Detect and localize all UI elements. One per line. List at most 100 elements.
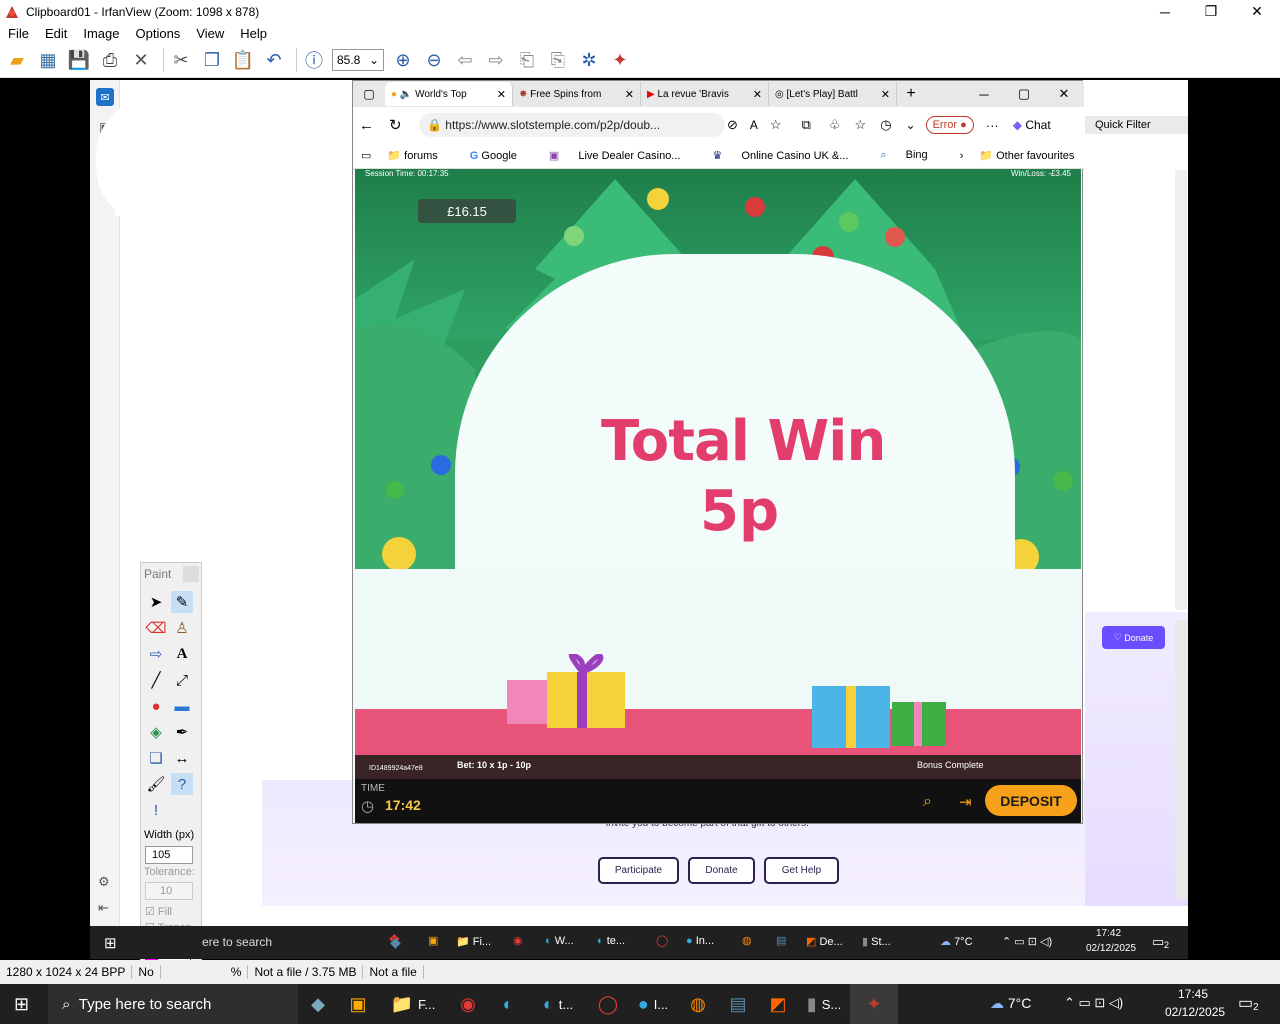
history-icon[interactable]: ◷ [880, 117, 891, 133]
tray-icons[interactable]: ⌃ ▭ ⊡ ◁) [1064, 995, 1123, 1011]
copilot-icon[interactable]: ◆ [298, 984, 338, 1024]
more-favourites-icon[interactable]: › [960, 150, 964, 162]
text-icon[interactable]: A [171, 643, 193, 665]
arrow-tool-icon[interactable]: ⇨ [145, 643, 167, 665]
next-icon[interactable]: ⇨ [483, 47, 509, 73]
stamp-icon[interactable]: ♙ [171, 617, 193, 639]
url-input[interactable]: 🔒 https://www.slotstemple.com/p2p/doub..… [419, 113, 725, 137]
notification-icon[interactable]: ▭ [1238, 993, 1253, 1013]
edge-minimize-button[interactable]: ─ [964, 87, 1004, 102]
taskbar-file-explorer[interactable]: 📁 F... [378, 984, 448, 1024]
back-icon[interactable]: ← [359, 117, 381, 134]
taskbar-steam-window[interactable]: ▮ S... [798, 984, 850, 1024]
start-icon[interactable]: ⊞ [14, 994, 29, 1015]
close-tab-icon[interactable]: ✕ [497, 88, 506, 101]
get-help-button[interactable]: Get Help [764, 857, 839, 884]
downloads-icon[interactable]: ⌄ [906, 118, 916, 132]
tab-worlds-top[interactable]: ● 🔈 World's Top ✕ [385, 82, 513, 106]
brush-icon[interactable]: 🖌 [145, 773, 167, 795]
select-arrow-icon[interactable]: ➤ [145, 591, 167, 613]
fav-live-dealer[interactable]: ▣ Live Dealer Casino... [549, 149, 697, 162]
fav-forums[interactable]: 📁 forums [387, 149, 453, 162]
fill-checkbox[interactable]: ☑ Fill [145, 905, 172, 918]
fav-bing[interactable]: ⌕ Bing [880, 149, 943, 162]
gear-icon[interactable]: ⚙ [98, 874, 110, 890]
tracking-icon[interactable]: ⊘ [727, 117, 738, 133]
alert-icon[interactable]: ! [145, 799, 167, 821]
exit-icon[interactable]: ⇥ [959, 793, 972, 811]
reading-view-icon[interactable]: ▭ [361, 149, 371, 162]
menu-file[interactable]: File [0, 26, 37, 41]
open-icon[interactable]: ▰ [4, 47, 30, 73]
copy-icon[interactable]: ❐ [199, 47, 225, 73]
read-aloud-icon[interactable]: A [750, 118, 758, 132]
weather-widget[interactable]: ☁ 7°C [990, 995, 1031, 1012]
first-page-icon[interactable]: ⎗ [514, 47, 540, 73]
profile-error-button[interactable]: Error ● [925, 116, 974, 134]
double-arrow-icon[interactable]: ⤢ [171, 669, 193, 691]
copilot-chat-button[interactable]: ◆ Chat [1013, 118, 1051, 132]
slot-game[interactable]: Session Time: 00:17:35 Win/Loss: -£3.45 … [355, 169, 1081, 823]
deposit-button[interactable]: DEPOSIT [985, 785, 1077, 816]
paste-icon[interactable]: 📋 [230, 47, 256, 73]
quick-filter[interactable]: Quick Filter [1085, 116, 1188, 134]
circle-icon[interactable]: ● [145, 695, 167, 717]
menu-edit[interactable]: Edit [37, 26, 75, 41]
close-tab-icon[interactable]: ✕ [625, 88, 634, 101]
pencil-icon[interactable]: ✎ [171, 591, 193, 613]
minimize-button[interactable]: ─ [1142, 0, 1188, 23]
fill-bucket-icon[interactable]: ◈ [145, 721, 167, 743]
edge-maximize-button[interactable]: ▢ [1004, 86, 1044, 102]
menu-view[interactable]: View [188, 26, 232, 41]
taskbar-ie-window[interactable]: ● I... [628, 984, 678, 1024]
firefox-icon[interactable]: ◍ [678, 984, 718, 1024]
tab-free-spins[interactable]: ✸ Free Spins from ✕ [513, 82, 641, 106]
zoom-select[interactable]: 85.8 ⌄ [332, 49, 384, 71]
other-favourites[interactable]: 📁 Other favourites [979, 149, 1090, 162]
irfanview-taskbar-icon[interactable]: ✦ [850, 984, 898, 1024]
vivaldi-icon[interactable]: ◉ [448, 984, 488, 1024]
print-icon[interactable]: ⎙ [97, 47, 123, 73]
edge-icon[interactable]: ◐ [488, 984, 528, 1024]
fav-google[interactable]: G Google [470, 150, 533, 162]
menu-options[interactable]: Options [128, 26, 189, 41]
more-icon[interactable]: ··· [986, 118, 999, 133]
split-screen-icon[interactable]: ⧉ [802, 117, 811, 133]
rectangle-icon[interactable]: ▬ [171, 695, 193, 717]
undo-icon[interactable]: ↶ [261, 47, 287, 73]
collapse-icon[interactable]: ⇤ [98, 900, 109, 916]
scrollbar[interactable] [1175, 170, 1187, 610]
donate-button[interactable]: Donate [688, 857, 755, 884]
info-icon[interactable]: ⓘ [301, 47, 327, 73]
line-icon[interactable]: ╱ [145, 669, 167, 691]
fav-online-casino[interactable]: ♛ Online Casino UK &... [712, 149, 864, 162]
previous-icon[interactable]: ⇦ [452, 47, 478, 73]
close-tab-icon[interactable]: ✕ [753, 88, 762, 101]
eyedropper-icon[interactable]: ✒ [171, 721, 193, 743]
zoom-out-icon[interactable]: ⊖ [421, 47, 447, 73]
tab-actions-icon[interactable]: ▢ [353, 87, 385, 101]
app-icon[interactable]: ▤ [718, 984, 758, 1024]
cut-icon[interactable]: ✂ [168, 47, 194, 73]
irfanview-logo-icon[interactable]: ✦ [607, 47, 633, 73]
donate-side-button[interactable]: ♡ Donate [1102, 626, 1165, 649]
taskbar-edge-window[interactable]: ◐ t... [528, 984, 588, 1024]
close-button[interactable]: ✕ [1234, 0, 1280, 23]
scrollbar-lower[interactable] [1175, 620, 1187, 900]
maximize-button[interactable]: ❐ [1188, 0, 1234, 23]
width-input[interactable]: 105 [145, 846, 193, 864]
measure-icon[interactable]: ↔ [171, 747, 193, 769]
opera-icon[interactable]: ◯ [588, 984, 628, 1024]
paint-close-button[interactable] [183, 566, 199, 582]
menu-image[interactable]: Image [75, 26, 127, 41]
clone-icon[interactable]: ❏ [145, 747, 167, 769]
collections-icon[interactable]: ☆ [855, 117, 867, 133]
tab-la-revue[interactable]: ▶ La revue 'Bravis ✕ [641, 82, 769, 106]
edge-close-button[interactable]: ✕ [1044, 86, 1084, 102]
slideshow-icon[interactable]: ▦ [35, 47, 61, 73]
favorite-star-icon[interactable]: ☆ [770, 117, 782, 133]
eraser-icon[interactable]: ⌫ [145, 617, 167, 639]
close-tab-icon[interactable]: ✕ [881, 88, 890, 101]
taskbar-search[interactable]: ⌕ Type here to search [48, 984, 298, 1024]
last-page-icon[interactable]: ⎘ [545, 47, 571, 73]
